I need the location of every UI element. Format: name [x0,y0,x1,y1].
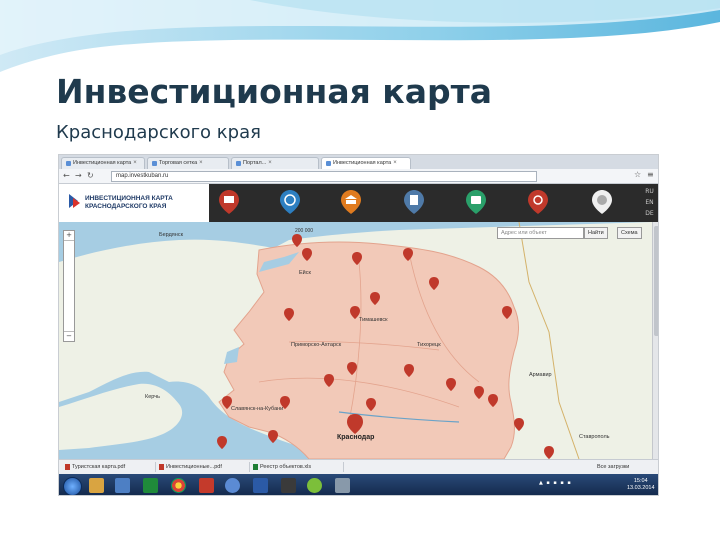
favicon-icon [236,161,241,166]
excel-icon[interactable] [143,478,158,493]
terminal-icon[interactable] [335,478,350,493]
city-label: Краснодар [337,434,375,441]
xls-file-icon [253,464,258,470]
city-label: Приморско-Ахтарск [291,342,342,348]
pdf-file-icon [65,464,70,470]
app-icon[interactable] [281,478,296,493]
close-tab-icon[interactable]: × [393,158,397,169]
address-bar: ← → ↻ map.investkuban.ru ☆ ≡ [59,169,658,184]
downloads-bar: Туристская карта.pdf Инвестиционные...pd… [59,459,658,475]
browser-tab[interactable]: Инвестиционная карта × [61,157,145,169]
map-scale-label: 200 000 [295,228,314,234]
city-label: Ставрополь [579,434,610,440]
slide-title: Инвестиционная карта [56,72,492,111]
system-tray-icons[interactable]: ▲ ▪ ▪ ▪ ▪ [539,480,572,486]
windows-taskbar: ▲ ▪ ▪ ▪ ▪ 15:04 13.03.2014 [59,474,658,495]
map-view[interactable]: + − 200 000 Адрес или объект Найти Схема… [59,222,658,459]
logo-line-2: КРАСНОДАРСКОГО КРАЯ [85,202,167,210]
city-label: Керчь [145,394,160,400]
language-switcher[interactable]: RU EN DE [639,186,658,219]
city-label: Бердянск [159,232,183,238]
reload-icon[interactable]: ↻ [87,171,94,181]
skype-icon[interactable] [307,478,322,493]
city-label: Тимашевск [359,317,388,323]
category-globe-icon[interactable] [280,190,300,214]
map-search-input[interactable]: Адрес или объект [497,227,584,239]
category-bank-icon[interactable] [341,190,361,214]
taskbar-clock[interactable]: 15:04 13.03.2014 [627,478,655,492]
zoom-control: + − [63,230,75,342]
map-find-button[interactable]: Найти [584,227,608,239]
browser-tab[interactable]: Портал... × [231,157,319,169]
close-tab-icon[interactable]: × [133,158,137,169]
chrome-icon[interactable] [171,478,186,493]
category-energy-icon[interactable] [528,190,548,214]
close-tab-icon[interactable]: × [199,158,203,169]
category-agriculture-icon[interactable] [466,190,486,214]
menu-icon[interactable]: ≡ [647,170,654,179]
url-input[interactable]: map.investkuban.ru [111,171,537,182]
zoom-slider[interactable] [64,240,74,332]
category-all-icon[interactable] [592,190,612,214]
favicon-icon [326,161,331,166]
browser-screenshot: Инвестиционная карта × Торговая сетка × По… [58,154,659,496]
favicon-icon [152,161,157,166]
site-header: ИНВЕСТИЦИОННАЯ КАРТА КРАСНОДАРСКОГО КРАЯ… [59,184,658,222]
city-label: Тихорецк [417,342,441,348]
download-item[interactable]: Туристская карта.pdf [61,462,156,472]
site-logo[interactable]: ИНВЕСТИЦИОННАЯ КАРТА КРАСНОДАРСКОГО КРАЯ [59,184,209,222]
scrollbar-thumb[interactable] [654,226,658,336]
acrobat-icon[interactable] [199,478,214,493]
zoom-in-button[interactable]: + [64,231,74,240]
media-icon[interactable] [115,478,130,493]
pdf-file-icon [159,464,164,470]
browser-tab-active[interactable]: Инвестиционная карта × [321,157,411,169]
word-icon[interactable] [253,478,268,493]
start-button[interactable] [63,477,82,495]
explorer-icon[interactable] [89,478,104,493]
city-label: Армавир [529,372,552,378]
forward-arrow-icon[interactable]: → [75,171,82,181]
map-layers-button[interactable]: Схема [617,227,642,239]
category-industry-icon[interactable] [219,190,239,214]
show-all-downloads-link[interactable]: Все загрузки [597,462,629,472]
browser-tab-bar: Инвестиционная карта × Торговая сетка × По… [59,155,658,169]
download-item[interactable]: Инвестиционные...pdf [155,462,250,472]
close-tab-icon[interactable]: × [268,158,272,169]
zoom-out-button[interactable]: − [64,332,74,341]
logo-line-1: ИНВЕСТИЦИОННАЯ КАРТА [85,195,173,202]
star-icon[interactable]: ☆ [634,170,641,179]
city-label: Славянск-на-Кубани [231,406,284,412]
logo-flag-accent-icon [73,198,80,208]
ie-icon[interactable] [225,478,240,493]
map-canvas[interactable] [59,222,652,459]
download-item[interactable]: Реестр объектов.xls [249,462,344,472]
slide-subtitle: Краснодарского края [56,122,261,143]
favicon-icon [66,161,71,166]
city-label: Ейск [299,270,311,276]
page-scrollbar[interactable] [652,222,658,459]
category-building-icon[interactable] [404,190,424,214]
browser-tab[interactable]: Торговая сетка × [147,157,229,169]
back-arrow-icon[interactable]: ← [63,171,70,181]
